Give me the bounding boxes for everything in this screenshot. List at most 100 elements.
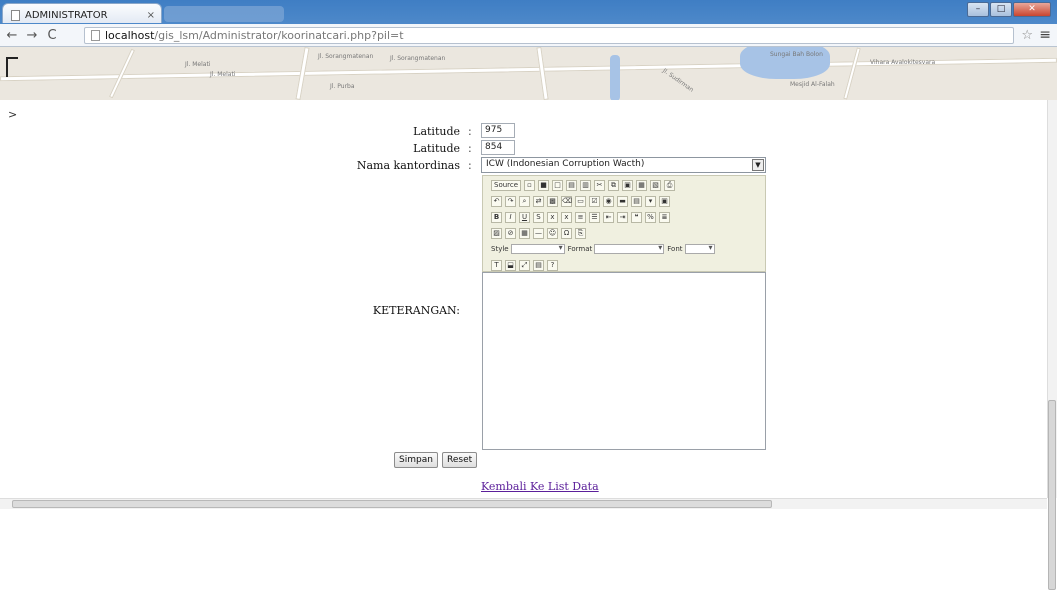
print-icon[interactable]: ⎙ <box>664 179 676 191</box>
kantor-select[interactable]: ICW (Indonesian Corruption Wacth) ▼ <box>481 157 766 173</box>
radio-icon[interactable]: ◉ <box>603 195 614 207</box>
style-field[interactable]: Style <box>491 243 565 254</box>
forward-arrow-icon[interactable]: → <box>24 28 40 43</box>
keterangan-textarea[interactable] <box>482 272 766 450</box>
new-tab-button[interactable] <box>164 6 284 22</box>
paste-word-icon[interactable]: ▧ <box>650 179 662 191</box>
back-arrow-icon[interactable]: ← <box>4 28 20 43</box>
blockquote-icon[interactable]: ❝ <box>631 211 642 223</box>
save-button[interactable]: Simpan <box>394 452 438 468</box>
map-label: Jl. Melati <box>185 61 211 68</box>
bg-color-icon[interactable]: ⬓ <box>505 259 516 271</box>
map-label: Jl. Purba <box>330 83 355 90</box>
redo-icon[interactable]: ↷ <box>505 195 516 207</box>
special-char-icon[interactable]: Ω <box>561 227 572 239</box>
bookmark-star-icon[interactable]: ☆ <box>1021 28 1033 43</box>
kantor-label: Nama kantordinas <box>356 159 460 172</box>
url-host: localhost <box>105 29 155 42</box>
map-view[interactable]: Jl. Sorangmatenan Jl. Sorangmatenan Jl. … <box>0 47 1057 100</box>
map-label: Jl. Sorangmatenan <box>390 55 446 62</box>
font-field[interactable]: Font <box>667 243 715 254</box>
new-page-icon[interactable]: □ <box>552 179 564 191</box>
flash-icon[interactable]: ⊘ <box>505 227 516 239</box>
menu-icon[interactable]: ≡ <box>1039 27 1051 43</box>
format-dropdown[interactable] <box>594 243 665 254</box>
close-window-button[interactable]: ✕ <box>1013 2 1051 17</box>
text-color-icon[interactable]: T <box>491 259 502 271</box>
format-field[interactable]: Format <box>567 243 665 254</box>
select-field-icon[interactable]: ▾ <box>645 195 656 207</box>
longitude-input[interactable]: 854 <box>481 140 515 155</box>
reload-icon[interactable]: C <box>44 28 60 43</box>
textfield-icon[interactable]: ▬ <box>617 195 628 207</box>
map-road <box>843 47 861 100</box>
latitude-input[interactable]: 975 <box>481 123 515 138</box>
colon: : <box>468 125 472 138</box>
image-icon[interactable]: ▨ <box>491 227 502 239</box>
preview-icon[interactable]: ▫ <box>524 179 536 191</box>
font-dropdown[interactable] <box>684 243 715 254</box>
form-icon[interactable]: ▭ <box>575 195 586 207</box>
map-label: Sungai Bah Bolon <box>770 51 823 58</box>
url-path: /gis_lsm/Administrator/koorinatcari.php?… <box>154 29 404 42</box>
style-dropdown[interactable] <box>510 243 565 254</box>
find-icon[interactable]: ⌕ <box>519 195 530 207</box>
textarea-icon[interactable]: ▤ <box>631 195 642 207</box>
pagebreak-icon[interactable]: ⎘ <box>575 227 586 239</box>
select-all-icon[interactable]: ▩ <box>547 195 558 207</box>
style-label: Style <box>491 245 509 253</box>
table-icon[interactable]: ▦ <box>519 227 530 239</box>
replace-icon[interactable]: ⇄ <box>533 195 544 207</box>
horizontal-scrollbar[interactable] <box>0 498 1047 509</box>
format-label: Format <box>567 245 593 253</box>
maximize-icon[interactable]: ⤢ <box>519 259 530 271</box>
bulleted-list-icon[interactable]: ☰ <box>589 211 600 223</box>
back-to-list-link[interactable]: Kembali Ke List Data <box>481 480 599 493</box>
about-icon[interactable]: ? <box>547 259 558 271</box>
outdent-icon[interactable]: ⇤ <box>603 211 614 223</box>
dropdown-arrow-icon[interactable]: ▼ <box>752 159 764 171</box>
page-icon <box>11 9 20 21</box>
address-bar[interactable]: localhost/gis_lsm/Administrator/koorinat… <box>84 27 1014 44</box>
source-button[interactable]: Source <box>491 179 522 191</box>
div-icon[interactable]: % <box>645 211 656 223</box>
strike-icon[interactable]: S <box>533 211 544 223</box>
smiley-icon[interactable]: ☺ <box>547 227 558 239</box>
indent-icon[interactable]: ⇥ <box>617 211 628 223</box>
checkbox-icon[interactable]: ☑ <box>589 195 600 207</box>
keterangan-label: KETERANGAN: <box>372 304 460 317</box>
superscript-icon[interactable]: x <box>561 211 572 223</box>
bold-button[interactable]: B <box>491 211 502 223</box>
align-left-icon[interactable]: ≣ <box>659 211 670 223</box>
vertical-scroll-thumb[interactable] <box>1048 400 1056 590</box>
horizontal-scroll-thumb[interactable] <box>12 500 772 508</box>
maximize-button[interactable]: □ <box>990 2 1012 17</box>
numbered-list-icon[interactable]: ≡ <box>575 211 586 223</box>
reset-button[interactable]: Reset <box>442 452 478 468</box>
map-label: Jl. Sudirman <box>661 67 695 94</box>
tab-title: ADMINISTRATOR <box>25 9 108 21</box>
browser-toolbar: ← → C localhost/gis_lsm/Administrator/ko… <box>0 24 1057 47</box>
undo-icon[interactable]: ↶ <box>491 195 502 207</box>
image-button-icon[interactable]: ▣ <box>659 195 670 207</box>
print-preview-icon[interactable]: ▤ <box>566 179 578 191</box>
browser-tab[interactable]: ADMINISTRATOR × <box>2 3 162 23</box>
subscript-icon[interactable]: x <box>547 211 558 223</box>
minimize-button[interactable]: – <box>967 2 989 17</box>
remove-format-icon[interactable]: ⌫ <box>561 195 572 207</box>
show-blocks-icon[interactable]: ▤ <box>533 259 544 271</box>
vertical-scrollbar[interactable] <box>1047 100 1057 590</box>
underline-button[interactable]: U <box>519 211 530 223</box>
italic-button[interactable]: I <box>505 211 516 223</box>
rich-text-toolbar: Source ▫ ■ □ ▤ ▥ ✂ ⧉ ▣ ▦ ▧ ⎙ ↶ ↷ ⌕ ⇄ ▩ ⌫… <box>482 175 766 272</box>
save-icon[interactable]: ■ <box>538 179 550 191</box>
map-river <box>610 55 620 100</box>
paste-text-icon[interactable]: ▦ <box>636 179 648 191</box>
kantor-selected-value: ICW (Indonesian Corruption Wacth) <box>486 159 645 169</box>
paste-icon[interactable]: ▣ <box>622 179 634 191</box>
tab-close-icon[interactable]: × <box>147 10 155 21</box>
templates-icon[interactable]: ▥ <box>580 179 592 191</box>
horizontal-line-icon[interactable]: — <box>533 227 544 239</box>
copy-icon[interactable]: ⧉ <box>608 179 620 191</box>
cut-icon[interactable]: ✂ <box>594 179 606 191</box>
